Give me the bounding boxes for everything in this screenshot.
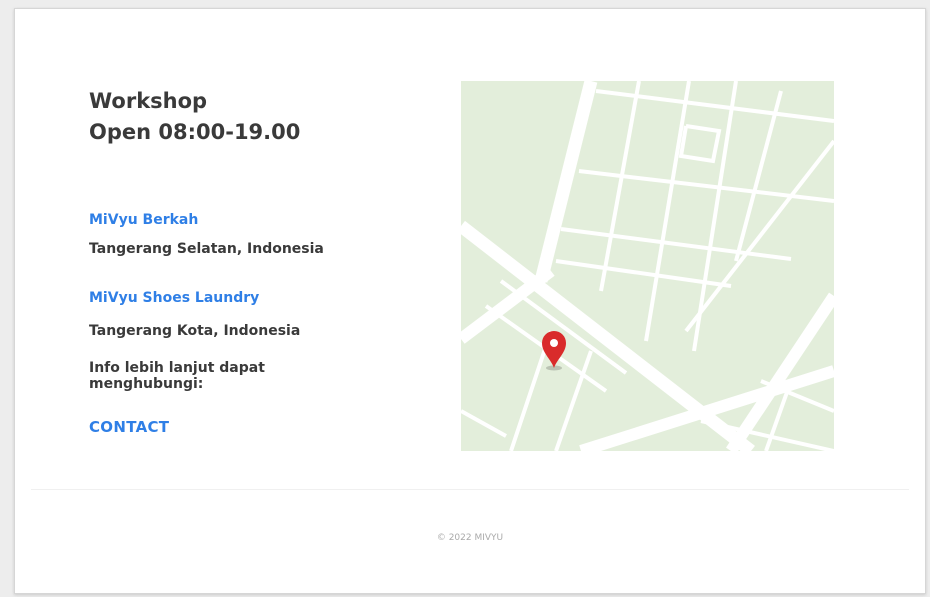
- workshop-title: Workshop Open 08:00-19.00: [89, 86, 389, 148]
- location-link-shoes-laundry[interactable]: MiVyu Shoes Laundry: [89, 290, 259, 306]
- location-link-berkah[interactable]: MiVyu Berkah: [89, 212, 198, 228]
- location-address-berkah: Tangerang Selatan, Indonesia: [89, 241, 324, 257]
- workshop-title-line1: Workshop: [89, 89, 208, 113]
- map-canvas[interactable]: [461, 81, 834, 451]
- workshop-hours: Open 08:00-19.00: [89, 120, 301, 144]
- location-map[interactable]: [461, 81, 834, 451]
- contact-link[interactable]: CONTACT: [89, 418, 169, 436]
- workshop-info: Workshop Open 08:00-19.00 MiVyu Berkah T…: [89, 86, 389, 436]
- location-address-shoes-laundry: Tangerang Kota, Indonesia: [89, 323, 301, 339]
- footer-copyright: © 2022 MIVYU: [436, 533, 504, 543]
- contact-prompt: Info lebih lanjut dapat menghubungi:: [89, 360, 265, 392]
- page-card: Workshop Open 08:00-19.00 MiVyu Berkah T…: [14, 8, 926, 594]
- footer-divider: [31, 489, 909, 490]
